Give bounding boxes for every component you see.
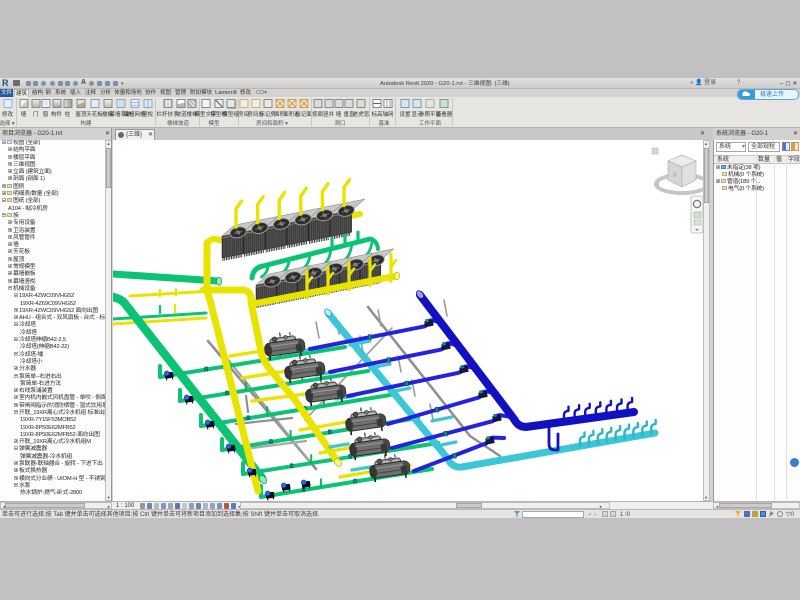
svg-text:前: 前 [673,171,677,177]
